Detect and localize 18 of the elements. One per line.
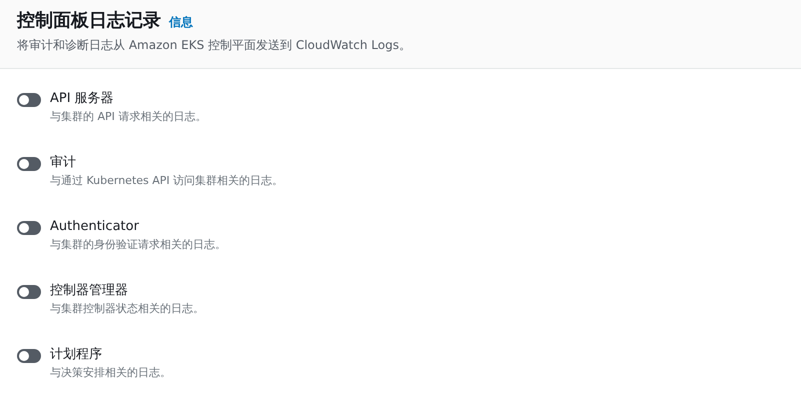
log-type-description: 与集群的 API 请求相关的日志。 xyxy=(50,109,206,125)
panel-title: 控制面板日志记录 xyxy=(17,9,161,33)
log-type-label: 审计 xyxy=(50,154,77,172)
log-type-description: 与通过 Kubernetes API 访问集群相关的日志。 xyxy=(50,173,284,189)
log-type-label: 计划程序 xyxy=(50,346,103,364)
info-link[interactable]: 信息 xyxy=(169,13,193,31)
log-type-description: 与集群控制器状态相关的日志。 xyxy=(50,301,204,317)
toggle-switch[interactable] xyxy=(17,93,41,107)
log-type-description: 与决策安排相关的日志。 xyxy=(50,365,171,381)
panel-description: 将审计和诊断日志从 Amazon EKS 控制平面发送到 CloudWatch Logs。 xyxy=(17,37,412,54)
log-type-label: 控制器管理器 xyxy=(50,282,129,300)
toggle-switch[interactable] xyxy=(17,285,41,299)
log-type-description: 与集群的身份验证请求相关的日志。 xyxy=(50,237,226,253)
toggle-switch[interactable] xyxy=(17,157,41,171)
log-type-label: Authenticator xyxy=(50,218,140,236)
toggle-switch[interactable] xyxy=(17,349,41,363)
log-type-label: API 服务器 xyxy=(50,90,115,108)
toggle-switch[interactable] xyxy=(17,221,41,235)
